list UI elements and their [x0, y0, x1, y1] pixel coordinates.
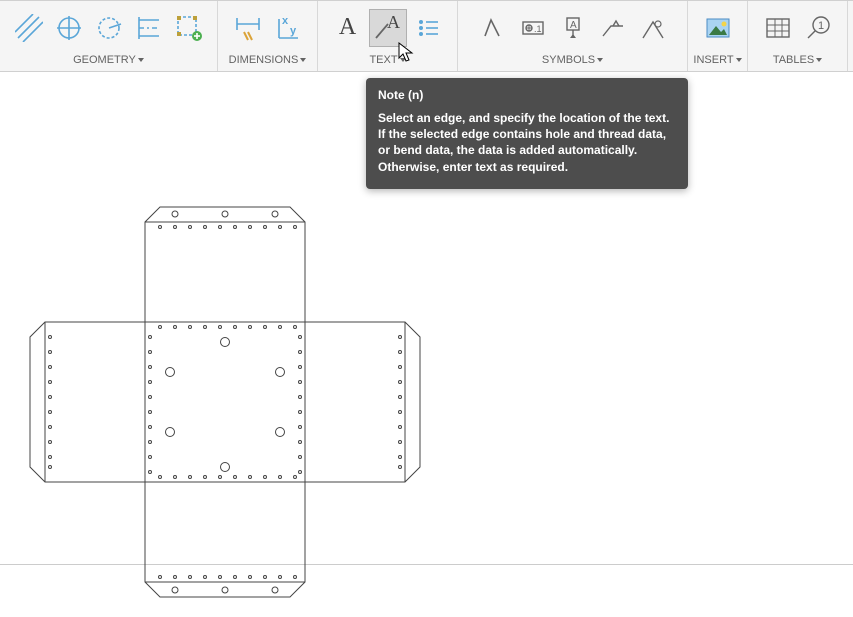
svg-text:x: x [282, 15, 289, 27]
chevron-down-icon [138, 58, 144, 62]
chevron-down-icon [300, 58, 306, 62]
tooltip-body: Select an edge, and specify the location… [378, 110, 676, 175]
group-symbols-dropdown[interactable]: SYMBOLS [460, 51, 685, 69]
centerline-icon[interactable] [130, 9, 168, 47]
group-geometry-label: GEOMETRY [73, 54, 136, 66]
surface-finish-icon[interactable] [474, 9, 512, 47]
chevron-down-icon [400, 58, 406, 62]
edge-symbol-icon[interactable] [634, 9, 672, 47]
group-geometry-dropdown[interactable]: GEOMETRY [2, 51, 215, 69]
centermark-icon[interactable] [50, 9, 88, 47]
chevron-down-icon [736, 58, 742, 62]
tooltip-title: Note (n) [378, 88, 676, 102]
group-text: A A TEXT [318, 1, 458, 71]
group-tables-label: TABLES [773, 54, 814, 66]
tooltip-note: Note (n) Select an edge, and specify the… [366, 78, 688, 189]
svg-text:1: 1 [818, 20, 824, 32]
note-icon[interactable]: A [369, 9, 407, 47]
group-geometry: GEOMETRY [0, 1, 218, 71]
tolerance-frame-icon[interactable]: .1 [514, 9, 552, 47]
group-symbols-label: SYMBOLS [542, 54, 595, 66]
group-dimensions: xy DIMENSIONS [218, 1, 318, 71]
group-dimensions-label: DIMENSIONS [229, 54, 299, 66]
datum-icon[interactable]: A [554, 9, 592, 47]
hatch-icon[interactable] [10, 9, 48, 47]
group-text-label: TEXT [369, 54, 397, 66]
group-symbols: .1 A SYMBOLS [458, 1, 688, 71]
table-icon[interactable] [759, 9, 797, 47]
balloon-icon[interactable]: 1 [799, 9, 837, 47]
bulleted-note-icon[interactable] [409, 9, 447, 47]
group-tables-dropdown[interactable]: TABLES [750, 51, 845, 69]
svg-text:A: A [387, 12, 400, 32]
add-sketch-icon[interactable] [170, 9, 208, 47]
chevron-down-icon [597, 58, 603, 62]
weld-symbol-icon[interactable] [594, 9, 632, 47]
circle-centerline-icon[interactable] [90, 9, 128, 47]
chevron-down-icon [816, 58, 822, 62]
svg-text:A: A [570, 20, 577, 31]
group-insert: INSERT [688, 1, 748, 71]
flat-pattern-drawing [10, 167, 440, 617]
svg-text:.1: .1 [534, 24, 542, 34]
group-insert-dropdown[interactable]: INSERT [690, 51, 745, 69]
group-dimensions-dropdown[interactable]: DIMENSIONS [220, 51, 315, 69]
text-icon[interactable]: A [329, 9, 367, 47]
group-text-dropdown[interactable]: TEXT [320, 51, 455, 69]
ordinate-dimension-icon[interactable]: xy [269, 9, 307, 47]
break-dimension-icon[interactable] [229, 9, 267, 47]
ribbon-toolbar: GEOMETRY xy DIMENSIONS A A TEXT [0, 0, 853, 72]
insert-image-icon[interactable] [699, 9, 737, 47]
group-insert-label: INSERT [693, 54, 733, 66]
group-tables: 1 TABLES [748, 1, 848, 71]
svg-text:y: y [290, 25, 297, 37]
